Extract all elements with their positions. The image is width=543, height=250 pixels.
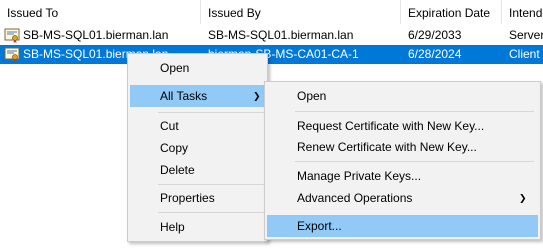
context-menu: Open All Tasks ❯ Cut Copy Delete Propert… (127, 53, 268, 242)
list-header: Issued To Issued By Expiration Date Inte… (0, 0, 543, 24)
menu-item-label: All Tasks (160, 89, 208, 103)
menu-separator (295, 111, 534, 112)
expiration-date-cell: 6/29/2033 (408, 28, 462, 42)
submenu-item-request-certificate-new-key[interactable]: Request Certificate with New Key... (267, 115, 538, 137)
certificate-row-selected[interactable]: SB-MS-SQL01.bierman.lan bierman-SB-MS-CA… (0, 45, 543, 64)
submenu-arrow-icon: ❯ (253, 91, 261, 101)
menu-separator (158, 212, 264, 213)
column-header-intended-purposes[interactable]: Intende (502, 0, 543, 24)
intended-purposes-cell: Client (509, 47, 540, 61)
menu-separator (158, 112, 264, 113)
all-tasks-submenu: Open Request Certificate with New Key...… (264, 81, 541, 240)
menu-item-open[interactable]: Open (130, 57, 265, 79)
menu-item-label: Advanced Operations (297, 191, 413, 205)
menu-separator (295, 161, 534, 162)
submenu-item-manage-private-keys[interactable]: Manage Private Keys... (267, 165, 538, 187)
certificate-row[interactable]: SB-MS-SQL01.bierman.lan SB-MS-SQL01.bier… (0, 26, 543, 45)
menu-item-all-tasks[interactable]: All Tasks ❯ (130, 85, 265, 107)
expiration-date-cell: 6/28/2024 (408, 47, 462, 61)
intended-purposes-cell: Server (509, 28, 543, 42)
column-header-issued-to[interactable]: Issued To (0, 0, 200, 24)
issued-to-cell: SB-MS-SQL01.bierman.lan (23, 28, 169, 42)
menu-item-properties[interactable]: Properties (130, 187, 265, 209)
issued-by-cell: SB-MS-SQL01.bierman.lan (208, 28, 354, 42)
certificate-icon (4, 28, 20, 43)
submenu-item-renew-certificate-new-key[interactable]: Renew Certificate with New Key... (267, 136, 538, 158)
certificate-icon (4, 47, 20, 62)
column-header-issued-by[interactable]: Issued By (201, 0, 400, 24)
menu-item-cut[interactable]: Cut (130, 115, 265, 137)
submenu-item-open[interactable]: Open (267, 85, 538, 107)
menu-separator (158, 184, 264, 185)
submenu-item-advanced-operations[interactable]: Advanced Operations ❯ (267, 187, 538, 209)
menu-item-help[interactable]: Help (130, 216, 265, 238)
submenu-item-export[interactable]: Export... (267, 215, 538, 237)
menu-item-copy[interactable]: Copy (130, 137, 265, 159)
submenu-arrow-icon: ❯ (519, 193, 527, 203)
menu-item-delete[interactable]: Delete (130, 159, 265, 181)
column-header-expiration-date[interactable]: Expiration Date (401, 0, 501, 24)
